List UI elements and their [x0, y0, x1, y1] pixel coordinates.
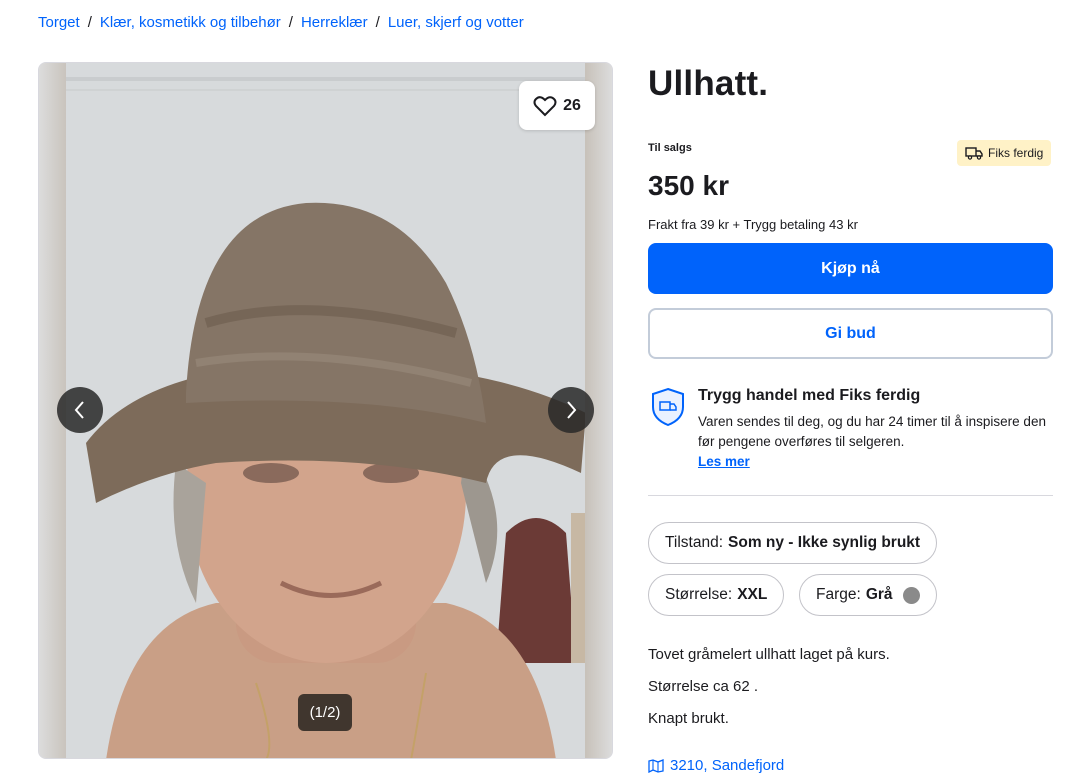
shipping-info: Frakt fra 39 kr + Trygg betaling 43 kr [648, 217, 858, 232]
next-image-button[interactable] [548, 387, 594, 433]
safe-trade-heading: Trygg handel med Fiks ferdig [698, 387, 921, 404]
color-chip: Farge: Grå [799, 574, 937, 616]
breadcrumb-link-klaer[interactable]: Klær, kosmetikk og tilbehør [100, 14, 281, 31]
breadcrumb-link-herreklaer[interactable]: Herreklær [301, 14, 368, 31]
chevron-left-icon [74, 401, 84, 419]
listing-status: Til salgs [648, 142, 692, 154]
breadcrumb-separator: / [288, 14, 293, 31]
color-swatch [902, 586, 920, 604]
badge-label: Fiks ferdig [988, 146, 1044, 160]
breadcrumb-link-luer[interactable]: Luer, skjerf og votter [388, 14, 524, 31]
condition-value: Som ny - Ikke synlig brukt [728, 534, 921, 551]
favorite-count: 26 [563, 96, 581, 114]
color-label: Farge: [816, 586, 861, 603]
make-bid-button[interactable]: Gi bud [648, 308, 1053, 359]
color-value: Grå [865, 586, 893, 603]
location-text: 3210, Sandefjord [670, 757, 785, 774]
breadcrumb: Torget / Klær, kosmetikk og tilbehør / H… [38, 14, 524, 31]
location-link[interactable]: 3210, Sandefjord [648, 757, 784, 774]
price: 350 kr [648, 170, 729, 201]
truck-icon [965, 147, 983, 160]
size-label: Størrelse: [665, 586, 733, 603]
size-chip: Størrelse: XXL [648, 574, 785, 616]
divider [648, 495, 1053, 496]
image-counter: (1/2) [298, 694, 352, 731]
previous-image-button[interactable] [57, 387, 103, 433]
fiks-ferdig-badge: Fiks ferdig [957, 140, 1052, 166]
breadcrumb-separator: / [375, 14, 380, 31]
size-value: XXL [737, 586, 768, 603]
read-more-link[interactable]: Les mer [698, 454, 750, 469]
description-line: Knapt brukt. [648, 710, 729, 727]
description-line: Størrelse ca 62 . [648, 678, 759, 695]
safe-trade-text: Varen sendes til deg, og du har 24 timer… [698, 414, 1046, 449]
product-photo[interactable] [66, 63, 587, 758]
image-gallery[interactable] [38, 62, 613, 759]
condition-chip: Tilstand: Som ny - Ikke synlig brukt [648, 522, 938, 564]
breadcrumb-separator: / [87, 14, 92, 31]
buy-now-button[interactable]: Kjøp nå [648, 243, 1053, 294]
shield-icon [652, 387, 684, 427]
chevron-right-icon [567, 401, 577, 419]
photo-illustration [66, 63, 587, 758]
description-line: Tovet gråmelert ullhatt laget på kurs. [648, 646, 890, 663]
breadcrumb-link-torget[interactable]: Torget [38, 14, 80, 31]
condition-label: Tilstand: [665, 534, 724, 551]
favorite-button[interactable]: 26 [519, 81, 595, 130]
listing-title: Ullhatt. [648, 64, 769, 103]
map-icon [648, 758, 664, 773]
heart-icon [533, 95, 557, 116]
